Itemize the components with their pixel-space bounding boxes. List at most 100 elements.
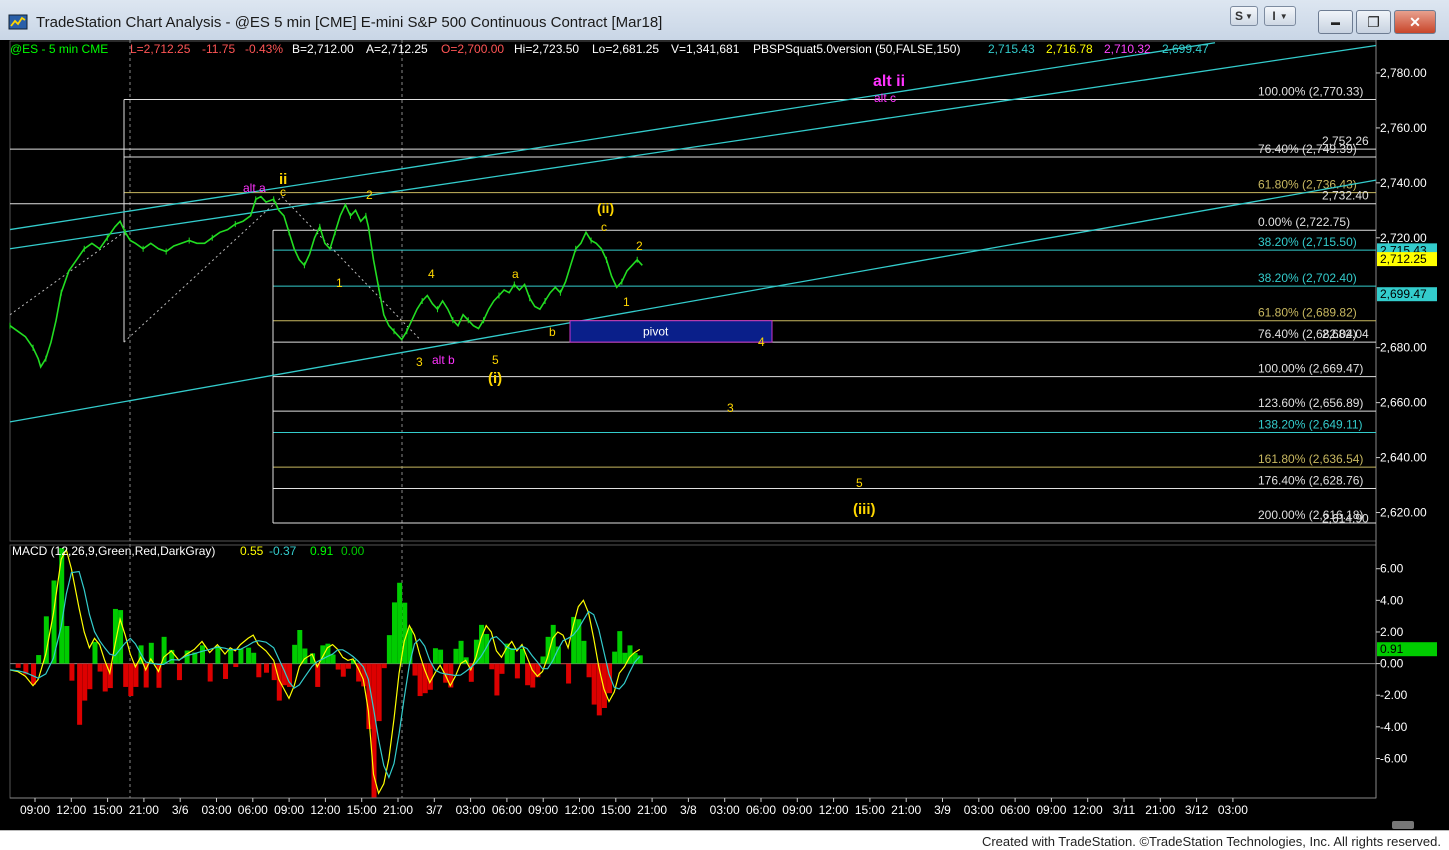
macd-histogram-bar [453, 648, 459, 664]
wave-label: (iii) [853, 501, 876, 518]
indicator-value-1: 2,715.43 [988, 42, 1035, 56]
macd-histogram-bar [525, 663, 531, 686]
maximize-button[interactable]: ❐ [1356, 10, 1391, 34]
wave-label: (i) [488, 370, 502, 387]
fib-level-label: 123.60% (2,656.89) [1258, 396, 1363, 410]
grid-layer [9, 40, 1377, 799]
fib-level-label: 38.20% (2,715.50) [1258, 235, 1357, 249]
time-tick-label: 12:00 [1073, 803, 1103, 817]
macd-histogram-bar [123, 663, 129, 687]
macd-histogram-bar [330, 654, 336, 664]
macd-histogram-bar [64, 626, 70, 664]
macd-tick-label: -6.00 [1380, 751, 1408, 765]
macd-histogram-bar [566, 663, 572, 684]
fib-level-label: 100.00% (2,669.47) [1258, 362, 1363, 376]
macd-histogram-bar [509, 648, 515, 664]
macd-histogram-bar [540, 656, 546, 664]
minimize-button[interactable]: ▬ [1318, 10, 1353, 34]
time-tick-label: 09:00 [274, 803, 304, 817]
wave-label: 1 [623, 295, 630, 309]
pivot-zone-box[interactable] [569, 320, 773, 343]
macd-histogram-bar [256, 663, 262, 678]
net-change-label: -11.75 [202, 42, 235, 56]
symbol-label: @ES - 5 min CME [10, 42, 108, 56]
last-price-label: L=2,712.25 [130, 42, 191, 56]
ask-label: A=2,712.25 [366, 42, 428, 56]
price-axis[interactable]: 2,780.002,760.002,740.002,720.002,680.00… [1376, 66, 1437, 520]
indicator-label: PBSPSquat5.0version (50,FALSE,150) [753, 42, 960, 56]
extra-price-label: 2,732.40 [1322, 189, 1369, 203]
macd-panel: 6.00 4.00 2.00 0.00 -2.00 -4.00 -6.00 0.91 [9, 548, 1437, 798]
window-titlebar: TradeStation Chart Analysis - @ES 5 min … [0, 0, 1449, 41]
macd-histogram-bar [407, 628, 413, 664]
time-tick-label: 15:00 [347, 803, 377, 817]
window-title: TradeStation Chart Analysis - @ES 5 min … [36, 14, 663, 31]
macd-histogram-bar [156, 663, 162, 688]
time-tick-label: 3/9 [934, 803, 951, 817]
fibonacci-levels: 100.00% (2,770.33)76.40% (2,749.39)61.80… [9, 85, 1376, 526]
macd-histogram-bar [412, 663, 418, 676]
macd-tick-label: 4.00 [1380, 593, 1404, 607]
copyright-text: Created with TradeStation. ©TradeStation… [981, 834, 1441, 849]
indicator-value-2: 2,716.78 [1046, 42, 1093, 56]
time-tick-label: 21:00 [1145, 803, 1175, 817]
macd-histogram-bar [207, 663, 213, 682]
macd-histogram-bar [77, 663, 83, 725]
macd-histogram-bar [297, 630, 303, 664]
wave-label: (ii) [597, 200, 614, 216]
time-tick-label: 06:00 [492, 803, 522, 817]
fib-level-label: 38.20% (2,702.40) [1258, 271, 1357, 285]
trend-channel-line-2 [9, 179, 1377, 423]
fib-level-label: 100.00% (2,770.33) [1258, 85, 1363, 99]
macd-histogram-bar [432, 648, 438, 664]
price-line [9, 195, 643, 369]
macd-histogram-bar [92, 641, 98, 664]
chevron-down-icon: ▼ [1279, 11, 1288, 21]
time-axis[interactable]: 09:00 12:00 15:00 21:00 3/6 03:00 06:00 09:00 12… [10, 797, 1376, 817]
chart-canvas[interactable]: 100.00% (2,770.33)76.40% (2,749.39)61.80… [0, 40, 1449, 830]
macd-panel-border [9, 544, 1377, 799]
fib-level-label: 161.80% (2,636.54) [1258, 452, 1363, 466]
time-tick-label: 03:00 [456, 803, 486, 817]
wave-label: 2 [366, 188, 373, 202]
macd-histogram-bar [82, 663, 88, 701]
time-tick-label: 06:00 [746, 803, 776, 817]
time-tick-label: 06:00 [238, 803, 268, 817]
symbol-link-s-button[interactable]: S ▼ [1230, 6, 1258, 26]
macd-histogram-bar [246, 647, 252, 664]
time-tick-label: 3/12 [1185, 803, 1209, 817]
close-icon: ✕ [1409, 13, 1421, 30]
fib-projection-line [281, 196, 421, 340]
fib-level-label: 61.80% (2,689.82) [1258, 306, 1357, 320]
macd-histogram-bar [102, 663, 108, 692]
pivot-zone[interactable]: pivot [569, 320, 773, 343]
pct-change-label: -0.43% [245, 42, 283, 56]
time-tick-label: 09:00 [20, 803, 50, 817]
time-tick-label: 15:00 [601, 803, 631, 817]
time-tick-label: 3/7 [426, 803, 443, 817]
macd-histogram-bar [87, 663, 93, 690]
fib-projection-line [123, 196, 283, 343]
minimize-icon: ▬ [1331, 17, 1340, 27]
chart-area[interactable]: 100.00% (2,770.33) 76.40% (2,749.39) 61.80… [0, 40, 1449, 830]
horizontal-scroll-thumb[interactable] [1392, 821, 1414, 829]
time-tick-label: 12:00 [56, 803, 86, 817]
price-tick-label: 2,620.00 [1380, 506, 1427, 520]
macd-histogram-bar [215, 645, 221, 664]
time-tick-label: 21:00 [637, 803, 667, 817]
wave-label: 4 [758, 335, 765, 349]
close-button[interactable]: ✕ [1394, 10, 1436, 34]
macd-histogram-bar [176, 663, 182, 681]
i-button-label: I [1272, 9, 1276, 23]
macd-tick-label: 6.00 [1380, 562, 1404, 576]
wave-label: 1 [336, 276, 343, 290]
price-tick-label: 2,640.00 [1380, 451, 1427, 465]
volume-label: V=1,341,681 [671, 42, 740, 56]
macd-histogram-bar [417, 663, 423, 697]
macd-histogram-bar [128, 663, 134, 697]
interval-link-i-button[interactable]: I ▼ [1264, 6, 1296, 26]
wave-label: 2 [636, 239, 643, 253]
price-panel-border [9, 40, 1377, 542]
chevron-down-icon: ▼ [1245, 11, 1253, 21]
macd-value-4: 0.00 [341, 544, 365, 558]
